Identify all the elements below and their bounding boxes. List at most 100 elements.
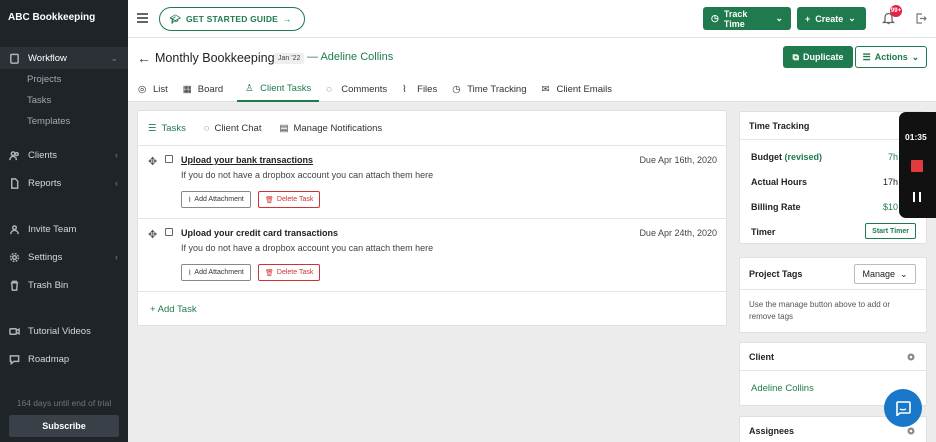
sidebar-subitem-projects[interactable]: Projects — [0, 69, 128, 90]
button-label: Add Attachment — [194, 196, 244, 203]
sidebar: ABC Bookkeeping Workflow ⌄ Projects Task… — [0, 0, 128, 442]
sidebar-item-clients[interactable]: Clients ‹ — [0, 144, 128, 166]
sidebar-item-trash-bin[interactable]: Trash Bin — [0, 274, 128, 296]
sidebar-item-reports[interactable]: Reports ‹ — [0, 172, 128, 194]
button-label: Add Attachment — [194, 269, 244, 276]
mail-icon: ✉ — [541, 84, 550, 95]
button-label: Manage — [862, 269, 895, 279]
chevron-left-icon: ‹ — [115, 178, 118, 188]
board-icon: ▦ — [182, 84, 192, 95]
card-header: Client — [740, 343, 926, 371]
drag-handle-icon[interactable]: ✥ — [148, 155, 157, 168]
card-title: Assignees — [749, 426, 795, 436]
subtab-label: Manage Notifications — [293, 122, 383, 134]
sidebar-subitem-templates[interactable]: Templates — [0, 111, 128, 132]
tab-files[interactable]: ⌇ Files — [401, 76, 445, 102]
sidebar-item-tutorial-videos[interactable]: Tutorial Videos — [0, 320, 128, 342]
actual-hours-label: Actual Hours — [751, 176, 808, 187]
support-chat-button[interactable] — [884, 389, 922, 427]
tab-list[interactable]: ◎ List — [137, 76, 176, 102]
chevron-down-icon: ⌄ — [848, 13, 856, 23]
chevron-down-icon: ⌄ — [911, 51, 920, 62]
billing-rate-label: Billing Rate — [751, 201, 801, 212]
subtab-manage-notifications[interactable]: ▤ Manage Notifications — [279, 111, 382, 145]
trash-icon: 🗑︎ — [265, 269, 274, 277]
comment-icon: ◌ — [326, 84, 332, 95]
manage-tags-button[interactable]: Manage ⌄ — [854, 264, 916, 284]
tab-client-tasks[interactable]: ♙ Client Tasks — [237, 76, 320, 102]
sidebar-item-roadmap[interactable]: Roadmap — [0, 348, 128, 370]
subtab-client-chat[interactable]: ◌ Client Chat — [204, 111, 262, 145]
back-arrow-icon[interactable]: ← — [137, 50, 151, 66]
project-tabs: ◎ List ▦ Board ♙ Client Tasks ◌ Comments ⌇ Fi… — [137, 76, 626, 102]
task-name[interactable]: Upload your bank transactions — [181, 155, 313, 165]
tab-label: Files — [417, 83, 438, 95]
revised-tag: (revised) — [784, 151, 823, 162]
trash-icon: 🗑︎ — [265, 196, 274, 204]
project-tags-card: Project Tags Manage ⌄ Use the manage butt… — [739, 257, 927, 333]
tab-comments[interactable]: ◌ Comments — [325, 76, 395, 102]
tab-board[interactable]: ▦ Board — [182, 76, 231, 102]
tab-label: Comments — [341, 83, 388, 95]
gear-icon[interactable] — [906, 352, 916, 362]
create-label: Create — [815, 13, 844, 24]
sidebar-subitem-tasks[interactable]: Tasks — [0, 90, 128, 111]
date-chip: Jan '22 — [274, 53, 305, 64]
arrow-right-icon: → — [283, 14, 292, 24]
task-checkbox[interactable] — [165, 228, 173, 236]
sidebar-item-label: Tutorial Videos — [28, 325, 91, 337]
chevron-down-icon: ⌄ — [110, 52, 118, 63]
sidebar-item-label: Roadmap — [28, 353, 70, 365]
tab-time-tracking[interactable]: ◷ Time Tracking — [451, 76, 534, 102]
card-title: Project Tags — [749, 268, 803, 279]
tab-label: Time Tracking — [467, 83, 527, 95]
paperclip-icon: ⌇ — [188, 196, 192, 204]
logout-icon[interactable] — [915, 13, 927, 24]
chat-bubble-icon — [896, 401, 911, 416]
copy-icon: ⧉ — [792, 51, 799, 62]
actions-button[interactable]: ☰ Actions ⌄ — [855, 46, 927, 68]
subtab-tasks[interactable]: ☰ Tasks — [148, 111, 186, 145]
subscribe-button[interactable]: Subscribe — [9, 415, 119, 437]
track-time-label: Track Time — [723, 8, 748, 29]
stop-recording-icon[interactable] — [911, 160, 923, 172]
button-label: Delete Task — [276, 196, 314, 203]
pause-icon[interactable] — [913, 192, 921, 202]
task-name[interactable]: Upload your credit card transactions — [181, 228, 338, 238]
add-attachment-button[interactable]: ⌇ Add Attachment — [181, 264, 251, 281]
sidebar-item-invite-team[interactable]: Invite Team — [0, 218, 128, 240]
drag-handle-icon[interactable]: ✥ — [148, 228, 157, 241]
create-button[interactable]: + Create ⌄ — [797, 7, 866, 30]
list-icon: ☰ — [862, 51, 871, 62]
task-checkbox[interactable] — [165, 155, 173, 163]
gear-icon[interactable] — [906, 426, 916, 436]
get-started-guide-button[interactable]: 🎓︎ GET STARTED GUIDE → — [159, 7, 305, 31]
add-task-link[interactable]: + Add Task — [150, 304, 197, 315]
track-time-button[interactable]: ◷ Track Time ⌄ — [703, 7, 791, 30]
sidebar-item-label: Trash Bin — [28, 279, 69, 291]
hamburger-menu-icon[interactable] — [137, 13, 148, 23]
chevron-down-icon: ⌄ — [899, 268, 908, 279]
sidebar-item-label: Clients — [28, 149, 58, 161]
delete-task-button[interactable]: 🗑︎ Delete Task — [258, 191, 321, 208]
sidebar-item-workflow[interactable]: Workflow ⌄ — [0, 47, 128, 69]
paperclip-icon: ⌇ — [188, 269, 192, 277]
chevron-down-icon: ⌄ — [775, 13, 783, 23]
notification-badge: 99+ — [890, 5, 902, 17]
tab-label: Client Emails — [556, 83, 612, 95]
delete-task-button[interactable]: 🗑︎ Delete Task — [258, 264, 321, 281]
duplicate-button[interactable]: ⧉ Duplicate — [783, 46, 853, 68]
chat-icon — [8, 353, 20, 365]
paperclip-icon: ⌇ — [402, 84, 407, 95]
tab-client-emails[interactable]: ✉ Client Emails — [541, 76, 620, 102]
add-attachment-button[interactable]: ⌇ Add Attachment — [181, 191, 251, 208]
tab-label: List — [153, 83, 168, 95]
start-timer-button[interactable]: Start Timer — [865, 223, 916, 239]
sidebar-item-settings[interactable]: Settings ‹ — [0, 246, 128, 268]
sidebar-item-label: Invite Team — [28, 223, 77, 235]
tags-help-text: Use the manage button above to add or re… — [749, 300, 890, 321]
client-link[interactable]: — Adeline Collins — [307, 51, 393, 63]
tab-label: Board — [197, 83, 224, 95]
task-item: ✥ Upload your credit card transactions I… — [138, 219, 726, 292]
brand-name[interactable]: ABC Bookkeeping — [0, 0, 128, 38]
